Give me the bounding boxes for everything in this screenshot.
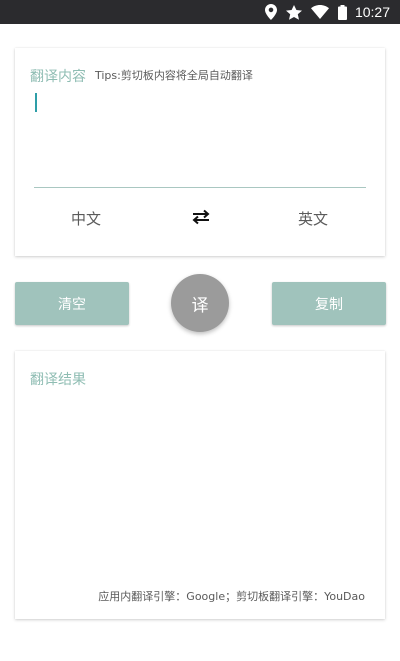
battery-icon xyxy=(337,4,347,20)
result-card-title: 翻译结果 xyxy=(30,372,86,388)
engine-note: 应用内翻译引擎：Google；剪切板翻译引擎：YouDao xyxy=(98,590,365,603)
input-card-title: 翻译内容 xyxy=(30,69,86,85)
translate-button[interactable]: 译 xyxy=(171,274,229,332)
input-card: 翻译内容 Tips:剪切板内容将全局自动翻译 中文 英文 xyxy=(15,48,385,256)
location-icon xyxy=(264,4,277,20)
text-input-cursor[interactable] xyxy=(35,93,37,112)
wifi-icon xyxy=(310,5,329,19)
status-bar: 10:27 xyxy=(0,0,400,24)
swap-arrows-icon[interactable] xyxy=(190,208,212,226)
input-underline xyxy=(34,187,366,188)
target-language-selector[interactable]: 英文 xyxy=(273,208,353,229)
tips-text: Tips:剪切板内容将全局自动翻译 xyxy=(95,69,253,82)
star-icon xyxy=(285,4,302,20)
copy-button[interactable]: 复制 xyxy=(272,282,386,325)
result-card: 翻译结果 应用内翻译引擎：Google；剪切板翻译引擎：YouDao xyxy=(15,351,385,619)
source-language-selector[interactable]: 中文 xyxy=(46,208,126,229)
clear-button[interactable]: 清空 xyxy=(15,282,129,325)
status-time: 10:27 xyxy=(354,4,390,20)
